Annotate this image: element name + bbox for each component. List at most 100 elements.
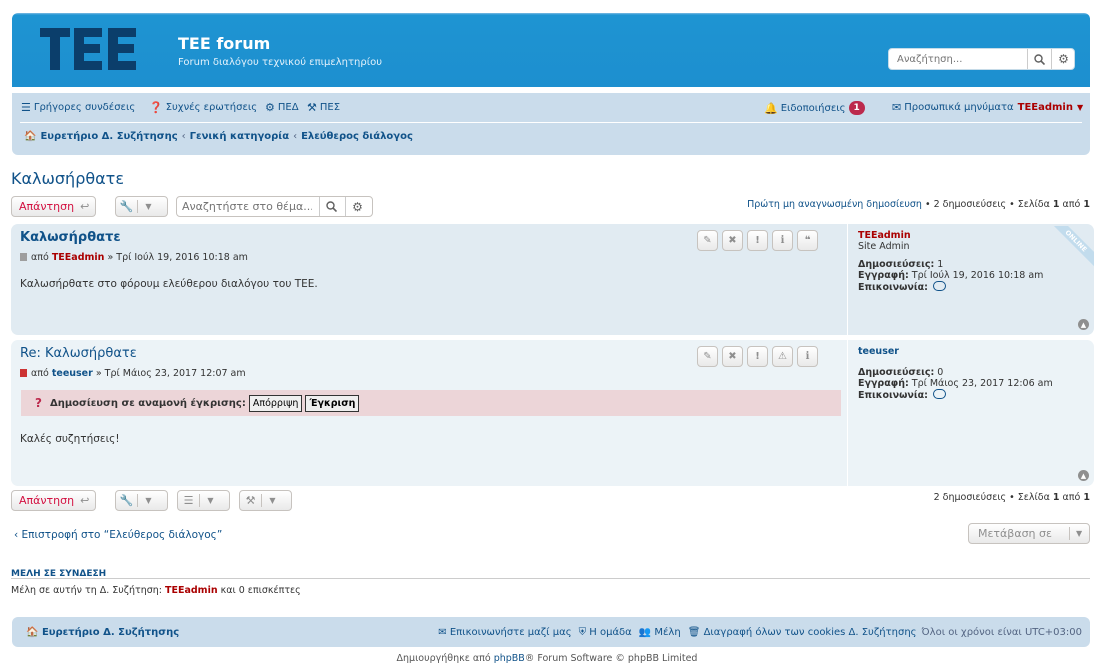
breadcrumb-item-forum[interactable]: Ελεύθερος διάλογος [301,131,413,142]
quick-links-menu[interactable]: ☰ Γρήγορες συνδέσεις [21,101,135,114]
info-icon: i [780,235,785,246]
reply-button[interactable]: Απάντηση ↩ [11,490,97,511]
post-content: Καλές συζητήσεις! [20,433,120,445]
page-prefix: Σελίδα [1017,199,1050,210]
mcp-link[interactable]: ⚒ ΠΕΣ [307,101,340,114]
reply-arrow-icon: ↩ [80,200,90,213]
warn-button[interactable]: ⚠ [772,346,793,367]
profile-username[interactable]: teeuser [858,346,1084,357]
topic-advanced-search-button[interactable]: ⚙ [345,197,369,216]
moderator-tools-dropdown[interactable]: ⚒ ▼ [239,490,292,511]
report-button[interactable]: ! [747,346,768,367]
pagination-bottom: 2 δημοσιεύσεις • Σελίδα 1 από 1 [933,492,1090,503]
post-title[interactable]: Καλωσήρθατε [20,230,121,245]
delete-button[interactable]: ✖ [722,346,743,367]
footer-home-link[interactable]: 🏠 Ευρετήριο Δ. Συζήτησης [26,627,179,638]
tee-logo[interactable] [40,28,140,70]
faq-label: Συχνές ερωτήσεις [165,102,258,113]
trash-icon: 🗑 [687,627,701,638]
post-unapproved-icon [20,369,27,377]
nav-divider [20,122,1082,123]
mcp-label: ΠΕΣ [319,102,341,113]
contact-label: Επικοινωνία: [858,282,928,293]
gear-icon: ⚙ [352,199,363,214]
exclamation-icon: ! [755,351,760,362]
back-to-top-button[interactable]: ▲ [1078,319,1089,330]
reply-button[interactable]: Απάντηση ↩ [11,196,97,217]
delete-cookies-link[interactable]: 🗑 Διαγραφή όλων των cookies Δ. Συζήτησης [688,627,917,638]
page-total: 1 [1083,492,1090,503]
gear-icon: ⚙ [1058,52,1069,66]
caret-down-icon: ▼ [269,496,276,505]
post-date: » Τρί Μάιος 23, 2017 12:07 am [95,368,246,379]
jump-to-label: Μετάβαση σε [978,527,1052,540]
advanced-search-button[interactable]: ⚙ [1051,49,1075,69]
page-current: 1 [1052,199,1060,210]
return-to-forum-link[interactable]: ‹ Επιστροφή στο “Ελεύθερος διάλογος” [14,529,222,541]
edit-button[interactable]: ✎ [697,230,718,251]
report-button[interactable]: ! [747,230,768,251]
search-button[interactable] [1027,49,1051,69]
topic-search-input[interactable] [177,197,317,216]
info-button[interactable]: i [797,346,818,367]
breadcrumb-item-category[interactable]: Γενική κατηγορία [190,131,289,142]
pagination-top: Πρώτη μη αναγνωσμένη δημοσίευση • 2 δημο… [747,199,1090,210]
topic-search-button[interactable] [319,197,343,216]
topic-title[interactable]: Καλωσήρθατε [11,169,124,188]
home-icon: 🏠 [24,131,37,142]
phpbb-link[interactable]: phpBB [494,653,525,664]
jump-to-dropdown[interactable]: Μετάβαση σε ▼ [968,523,1090,544]
search-input[interactable] [889,49,1022,69]
close-icon: ✖ [728,235,737,246]
reply-label: Απάντηση [19,200,75,213]
post-title[interactable]: Re: Καλωσήρθατε [20,346,137,361]
topic-tools-dropdown[interactable]: 🔧 ▼ [115,490,168,511]
topic-tools-dropdown[interactable]: 🔧 ▼ [115,196,168,217]
private-messages-link[interactable]: ✉ Προσωπικά μηνύματα TEEadmin ▼ [892,101,1083,114]
footer-navbar: 🏠 Ευρετήριο Δ. Συζήτησης ✉ Επικοινωνήστε… [12,617,1090,647]
notifications-label: Ειδοποιήσεις [780,102,846,114]
joined-label: Εγγραφή: [858,378,909,389]
post-count: 2 δημοσιεύσεις [933,199,1007,210]
acp-link[interactable]: ⚙ ΠΕΔ [265,101,299,114]
team-link[interactable]: ⛨ Η ομάδα [579,627,632,638]
quote-button[interactable]: ❝ [797,230,818,251]
exclamation-icon: ! [755,235,760,246]
close-icon: ✖ [728,351,737,362]
profile-posts[interactable]: 1 [937,259,943,270]
breadcrumb: 🏠 Ευρετήριο Δ. Συζήτησης ‹ Γενική κατηγο… [24,131,413,142]
reply-arrow-icon: ↩ [80,494,90,507]
delete-button[interactable]: ✖ [722,230,743,251]
post-count: 2 δημοσιεύσεις [933,492,1007,503]
back-to-top-button[interactable]: ▲ [1078,470,1089,481]
post-author[interactable]: teeuser [52,368,93,379]
page-current: 1 [1052,492,1060,503]
post-icon [20,253,27,261]
contact-us-link[interactable]: ✉ Επικοινωνήστε μαζί μας [438,627,571,638]
info-button[interactable]: i [772,230,793,251]
caret-down-icon: ▼ [1076,103,1084,112]
sort-dropdown[interactable]: ☰ ▼ [177,490,230,511]
post-author-line: από teeuser » Τρί Μάιος 23, 2017 12:07 a… [20,368,246,379]
user-menu[interactable]: TEEadmin [1018,102,1073,113]
edit-button[interactable]: ✎ [697,346,718,367]
reply-label: Απάντηση [19,494,75,507]
notifications-link[interactable]: 🔔 Ειδοποιήσεις 1 [764,101,865,115]
breadcrumb-item-index[interactable]: Ευρετήριο Δ. Συζήτησης [40,131,177,142]
contact-icon[interactable] [932,389,946,399]
return-link-label: Επιστροφή στο “Ελεύθερος διάλογος” [21,529,223,541]
profile-posts[interactable]: 0 [937,367,943,378]
online-divider [11,578,1090,579]
contact-icon[interactable] [932,281,946,291]
pencil-icon: ✎ [703,235,712,246]
post-author[interactable]: TEEadmin [52,252,105,263]
first-unread-link[interactable]: Πρώτη μη αναγνωσμένη δημοσίευση [747,199,922,210]
reject-button[interactable]: Απόρριψη [248,394,303,412]
faq-link[interactable]: ❓ Συχνές ερωτήσεις [149,101,257,114]
site-title[interactable]: TEE forum [178,34,270,53]
inbox-icon: ✉ [892,101,902,114]
approve-button[interactable]: Έγκριση [305,394,360,412]
post-profile: teeuser Δημοσιεύσεις: 0 Εγγραφή: Τρί Μάι… [847,340,1094,486]
online-user[interactable]: TEEadmin [165,585,218,596]
members-link[interactable]: 👥 Μέλη [639,627,681,638]
